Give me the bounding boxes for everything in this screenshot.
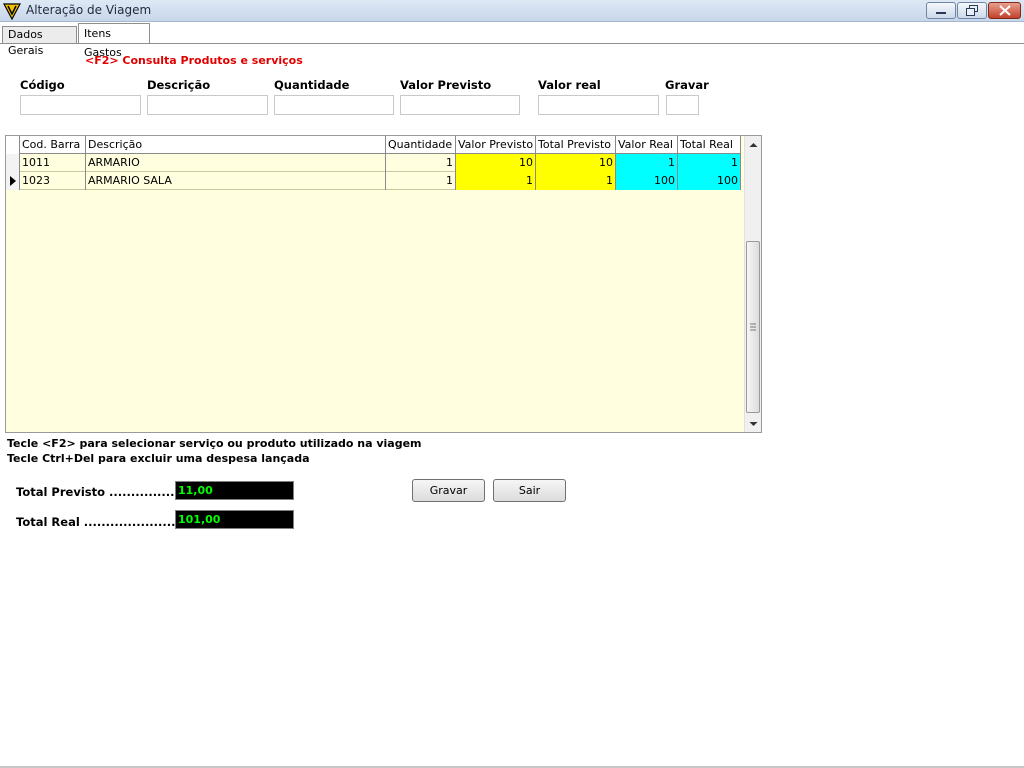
cell-valor-previsto: 10 bbox=[456, 154, 536, 172]
col-descricao[interactable]: Descrição bbox=[86, 136, 386, 154]
col-total-previsto[interactable]: Total Previsto bbox=[536, 136, 616, 154]
close-button[interactable] bbox=[988, 2, 1021, 19]
cell-valor-real: 1 bbox=[616, 154, 678, 172]
scroll-thumb[interactable] bbox=[746, 241, 760, 413]
title-bar[interactable]: Alteração de Viagem bbox=[0, 0, 1024, 22]
cell-total-real: 1 bbox=[678, 154, 741, 172]
restore-button[interactable] bbox=[957, 2, 987, 19]
gravar-input[interactable] bbox=[666, 95, 699, 115]
help-ctrl-del-text: Tecle Ctrl+Del para excluir uma despesa … bbox=[7, 452, 310, 465]
gravar-button[interactable]: Gravar bbox=[412, 479, 485, 502]
cell-valor-previsto: 1 bbox=[456, 172, 536, 190]
cell-cod-barra: 1023 bbox=[20, 172, 86, 190]
valor-previsto-label: Valor Previsto bbox=[400, 78, 492, 92]
scroll-down-icon bbox=[749, 421, 758, 426]
current-row-indicator bbox=[6, 172, 20, 190]
col-quantidade[interactable]: Quantidade bbox=[386, 136, 456, 154]
gravar-label: Gravar bbox=[665, 78, 709, 92]
cell-total-real: 100 bbox=[678, 172, 741, 190]
tab-pane-border bbox=[0, 43, 1024, 44]
total-real-value: 101,00 bbox=[175, 510, 294, 529]
grid-vertical-scrollbar[interactable] bbox=[744, 136, 761, 432]
restore-icon bbox=[966, 5, 978, 16]
col-valor-previsto[interactable]: Valor Previsto bbox=[456, 136, 536, 154]
scroll-grip-icon bbox=[750, 323, 756, 331]
close-icon bbox=[998, 5, 1011, 16]
tab-dados-gerais[interactable]: Dados Gerais bbox=[2, 26, 77, 57]
scroll-down-button[interactable] bbox=[745, 415, 762, 432]
col-total-real[interactable]: Total Real bbox=[678, 136, 741, 154]
quantidade-input[interactable] bbox=[274, 95, 394, 115]
cell-total-previsto: 10 bbox=[536, 154, 616, 172]
cell-valor-real: 100 bbox=[616, 172, 678, 190]
row-indicator bbox=[6, 154, 20, 172]
codigo-label: Código bbox=[20, 78, 65, 92]
cell-descricao: ARMARIO bbox=[86, 154, 386, 172]
valor-real-input[interactable] bbox=[538, 95, 659, 115]
cell-total-previsto: 1 bbox=[536, 172, 616, 190]
f2-consulta-hint: <F2> Consulta Produtos e serviços bbox=[85, 54, 303, 67]
total-previsto-label: Total Previsto ..................: bbox=[16, 485, 193, 499]
minimize-button[interactable] bbox=[926, 2, 956, 19]
total-real-label: Total Real ........................: bbox=[16, 515, 194, 529]
valor-previsto-input[interactable] bbox=[400, 95, 520, 115]
tab-strip: Dados Gerais Itens Gastos bbox=[0, 22, 1024, 59]
valor-real-label: Valor real bbox=[538, 78, 601, 92]
sair-button[interactable]: Sair bbox=[493, 479, 566, 502]
codigo-input[interactable] bbox=[20, 95, 141, 115]
tab-itens-gastos[interactable]: Itens Gastos bbox=[78, 23, 150, 59]
scroll-up-button[interactable] bbox=[745, 136, 762, 153]
table-row[interactable]: 1011 ARMARIO 1 10 10 1 1 bbox=[6, 154, 741, 172]
help-f2-text: Tecle <F2> para selecionar serviço ou pr… bbox=[7, 437, 422, 450]
scroll-up-icon bbox=[749, 142, 758, 147]
header-indicator bbox=[6, 136, 20, 154]
app-logo-icon bbox=[3, 2, 21, 21]
descricao-label: Descrição bbox=[147, 78, 211, 92]
col-valor-real[interactable]: Valor Real bbox=[616, 136, 678, 154]
cell-descricao: ARMARIO SALA bbox=[86, 172, 386, 190]
grid-header: Cod. Barra Descrição Quantidade Valor Pr… bbox=[6, 136, 741, 154]
row-pointer-icon bbox=[10, 176, 16, 186]
cell-quantidade: 1 bbox=[386, 172, 456, 190]
itens-grid[interactable]: Cod. Barra Descrição Quantidade Valor Pr… bbox=[5, 135, 762, 433]
table-row[interactable]: 1023 ARMARIO SALA 1 1 1 100 100 bbox=[6, 172, 741, 190]
total-previsto-value: 11,00 bbox=[175, 481, 294, 500]
descricao-input[interactable] bbox=[147, 95, 268, 115]
cell-cod-barra: 1011 bbox=[20, 154, 86, 172]
cell-quantidade: 1 bbox=[386, 154, 456, 172]
quantidade-label: Quantidade bbox=[274, 78, 350, 92]
window-title: Alteração de Viagem bbox=[26, 3, 152, 17]
minimize-icon bbox=[936, 11, 946, 14]
col-cod-barra[interactable]: Cod. Barra bbox=[20, 136, 86, 154]
